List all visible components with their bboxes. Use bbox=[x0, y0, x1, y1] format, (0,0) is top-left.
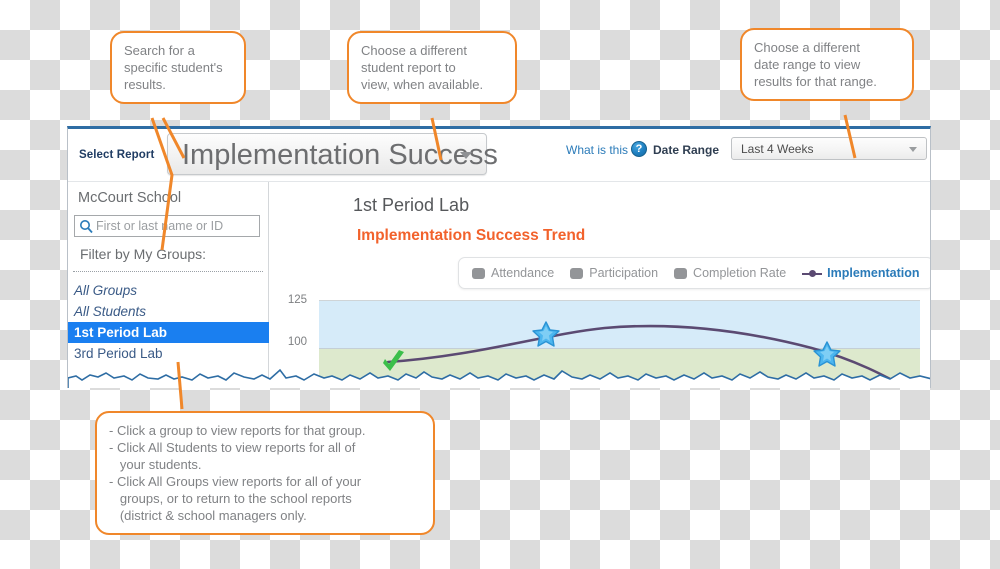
callout-line: specific student's bbox=[124, 60, 223, 75]
callout-line: - Click All Groups view reports for all … bbox=[109, 474, 362, 489]
callout-line: Choose a different bbox=[754, 40, 860, 55]
callout-line: student report to bbox=[361, 60, 456, 75]
callout-choose-date-range: Choose a different date range to view re… bbox=[740, 28, 914, 101]
callout-group-instructions: - Click a group to view reports for that… bbox=[95, 411, 435, 535]
callout-line: your students. bbox=[109, 457, 202, 472]
callout-line: date range to view bbox=[754, 57, 861, 72]
callout-line: Choose a different bbox=[361, 43, 467, 58]
callout-line: groups, or to return to the school repor… bbox=[109, 491, 352, 506]
callout-line: results. bbox=[124, 77, 166, 92]
callout-line: - Click All Students to view reports for… bbox=[109, 440, 356, 455]
callout-choose-report: Choose a different student report to vie… bbox=[347, 31, 517, 104]
callout-line: Search for a bbox=[124, 43, 195, 58]
callout-search-students: Search for a specific student's results. bbox=[110, 31, 246, 104]
callout-line: results for that range. bbox=[754, 74, 877, 89]
callout-line: view, when available. bbox=[361, 77, 484, 92]
callout-line: - Click a group to view reports for that… bbox=[109, 423, 366, 438]
callout-line: (district & school managers only. bbox=[109, 508, 307, 523]
